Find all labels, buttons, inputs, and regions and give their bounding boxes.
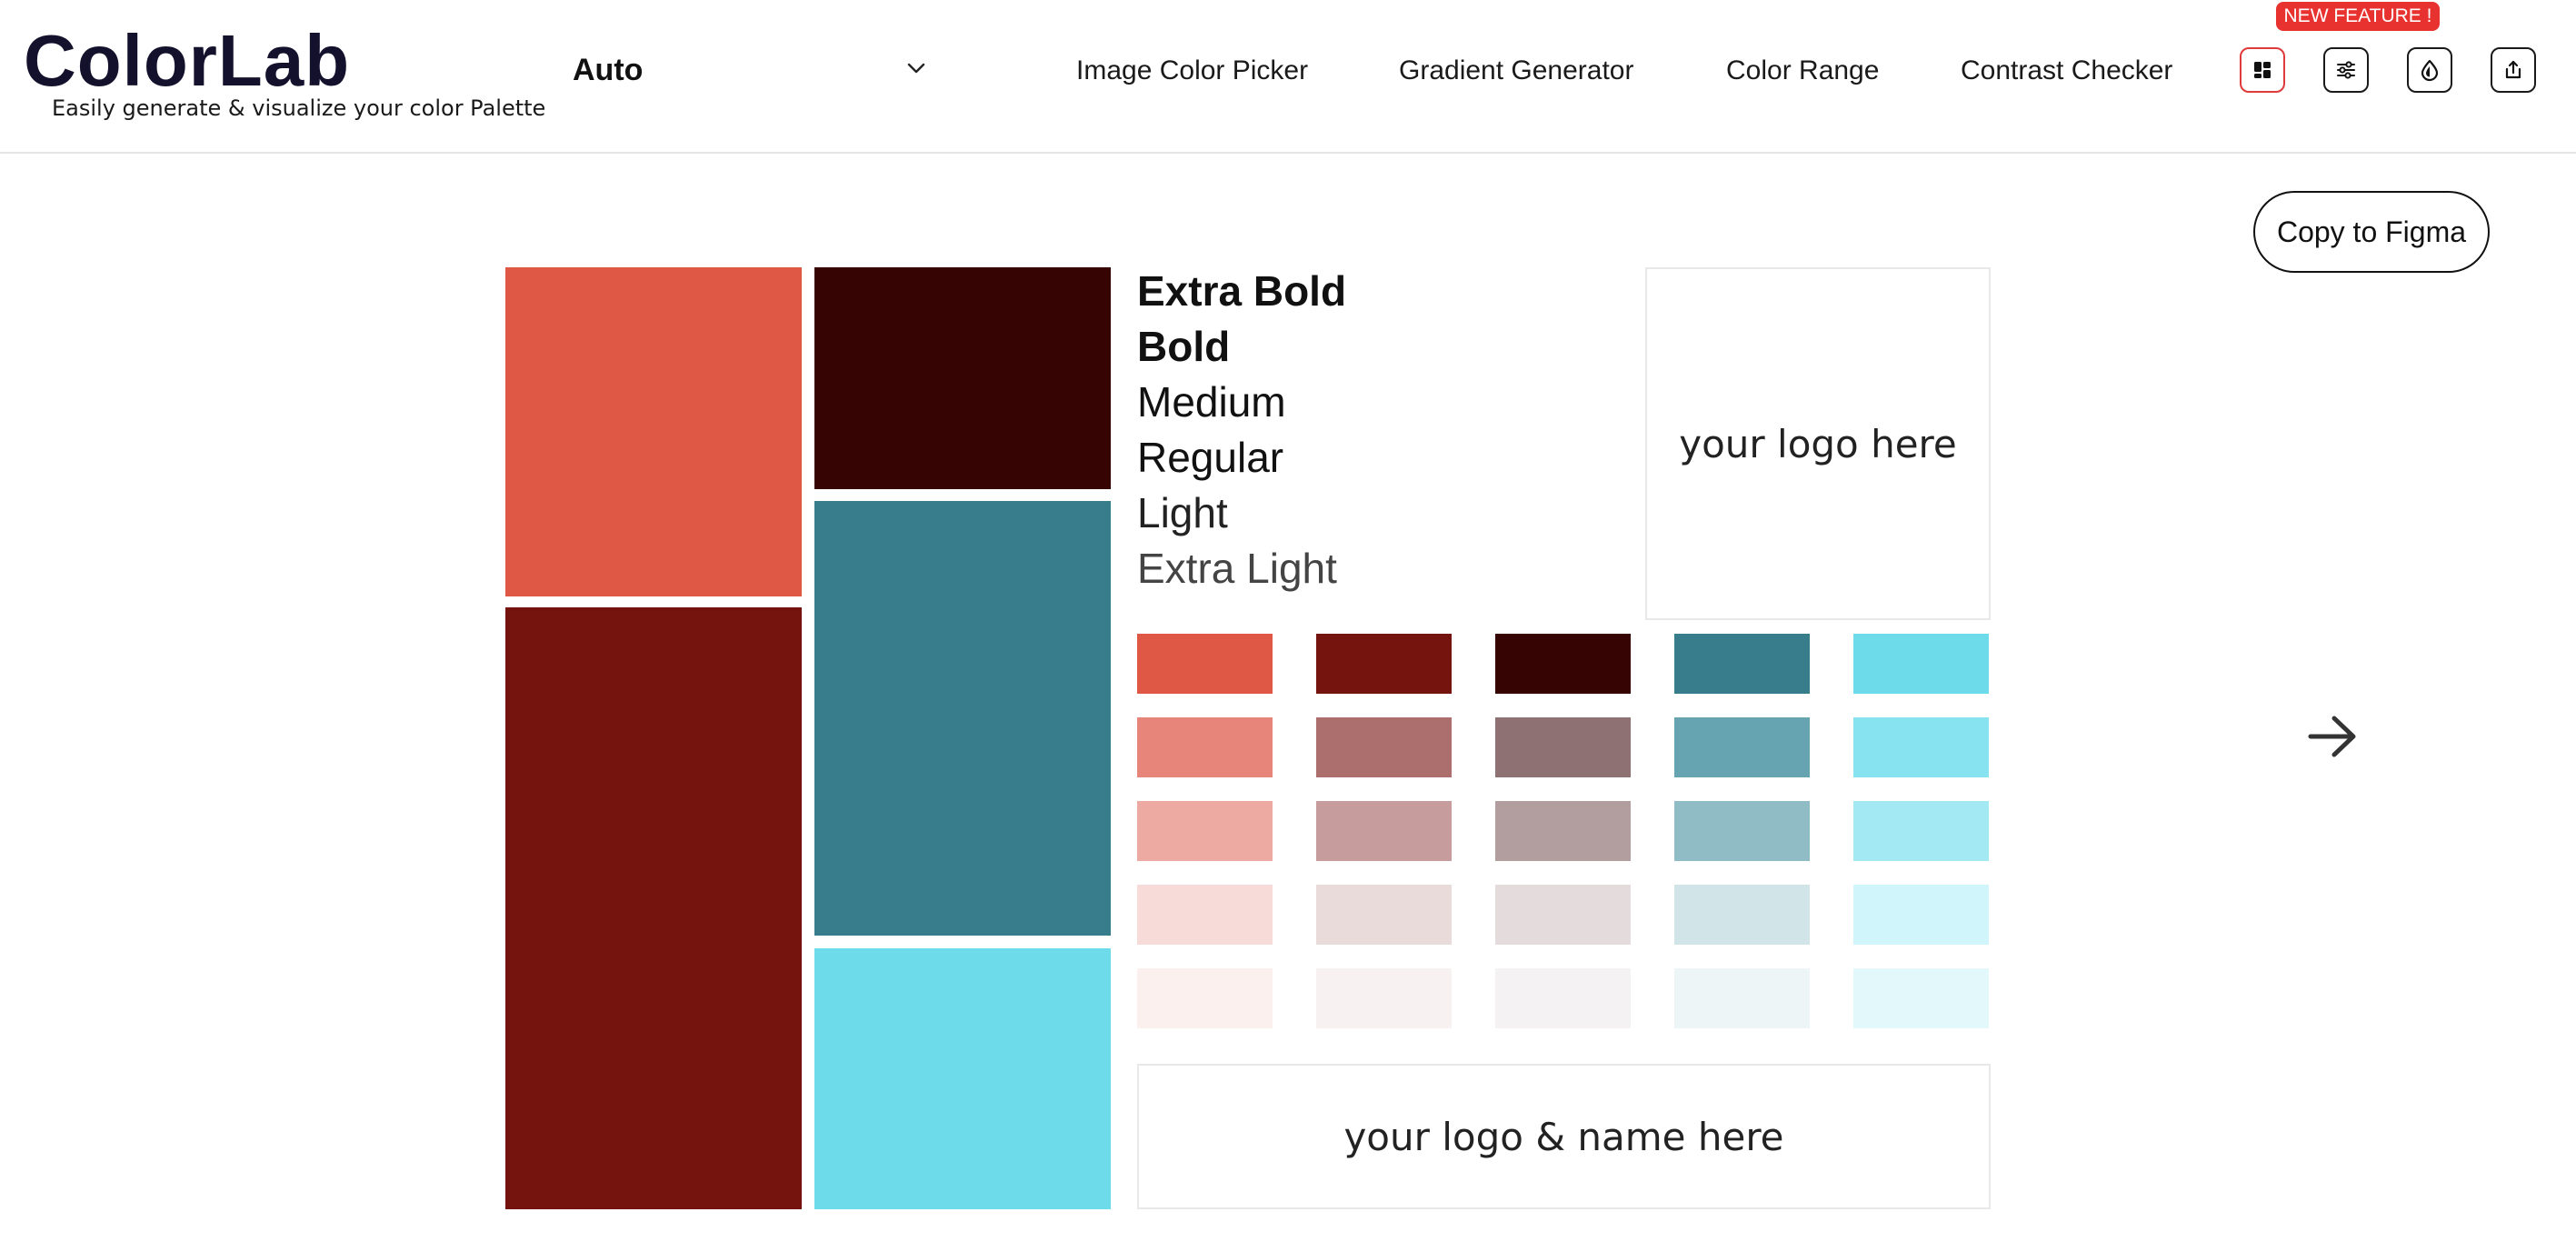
shade-swatch[interactable] — [1316, 968, 1452, 1028]
layout-view-button[interactable] — [2240, 47, 2285, 93]
mode-select[interactable]: Auto — [573, 45, 936, 96]
font-sample-extra-bold: Extra Bold — [1137, 267, 1347, 315]
font-sample-regular: Regular — [1137, 434, 1284, 481]
shade-swatch[interactable] — [1853, 968, 1989, 1028]
shade-swatch[interactable] — [1316, 634, 1452, 694]
brand-title[interactable]: ColorLab — [24, 20, 350, 102]
nav-gradient-generator[interactable]: Gradient Generator — [1399, 53, 1633, 89]
shade-swatch[interactable] — [1316, 885, 1452, 945]
shade-swatch[interactable] — [1674, 801, 1810, 861]
palette-block-3[interactable] — [814, 267, 1111, 489]
font-sample-bold: Bold — [1137, 323, 1231, 370]
shade-swatch[interactable] — [1853, 634, 1989, 694]
font-sample-light: Light — [1137, 489, 1228, 536]
logo-name-placeholder: your logo & name here — [1137, 1064, 1991, 1209]
palette-block-2[interactable] — [505, 607, 802, 1209]
shade-swatch[interactable] — [1674, 634, 1810, 694]
new-feature-badge: NEW FEATURE ! — [2276, 2, 2440, 31]
shade-swatch[interactable] — [1137, 801, 1273, 861]
shade-swatch[interactable] — [1495, 885, 1631, 945]
color-tone-button[interactable] — [2407, 47, 2452, 93]
shade-swatch[interactable] — [1853, 885, 1989, 945]
palette-block-4[interactable] — [814, 501, 1111, 936]
share-button[interactable] — [2491, 47, 2536, 93]
shade-swatch[interactable] — [1674, 717, 1810, 777]
shade-swatch[interactable] — [1495, 801, 1631, 861]
shade-swatch[interactable] — [1853, 717, 1989, 777]
shade-swatch[interactable] — [1674, 968, 1810, 1028]
shade-swatch[interactable] — [1137, 717, 1273, 777]
sliders-icon — [2337, 61, 2355, 79]
mode-select-value: Auto — [573, 53, 644, 87]
brand-tagline: Easily generate & visualize your color P… — [52, 95, 546, 121]
shade-swatch[interactable] — [1137, 968, 1273, 1028]
layout-grid-icon — [2254, 62, 2271, 78]
droplet-icon — [2421, 59, 2439, 82]
shade-swatch[interactable] — [1137, 885, 1273, 945]
shade-swatch[interactable] — [1853, 801, 1989, 861]
font-sample-medium: Medium — [1137, 378, 1286, 426]
logo-placeholder: your logo here — [1645, 267, 1991, 620]
shade-swatch[interactable] — [1137, 634, 1273, 694]
app-header: ColorLab Easily generate & visualize you… — [0, 0, 2576, 154]
nav-color-range[interactable]: Color Range — [1726, 53, 1879, 89]
copy-to-figma-button[interactable]: Copy to Figma — [2253, 191, 2490, 273]
chevron-down-icon[interactable] — [904, 60, 929, 78]
share-icon — [2505, 60, 2521, 79]
arrow-right-icon[interactable] — [2307, 714, 2358, 759]
font-weight-samples: Extra Bold Bold Medium Regular Light Ext… — [1137, 264, 1346, 596]
shade-swatch[interactable] — [1495, 634, 1631, 694]
shade-swatch[interactable] — [1674, 885, 1810, 945]
palette-block-1[interactable] — [505, 267, 802, 596]
shade-swatch[interactable] — [1316, 801, 1452, 861]
shade-swatch[interactable] — [1495, 968, 1631, 1028]
font-sample-extra-light: Extra Light — [1137, 545, 1337, 592]
nav-contrast-checker[interactable]: Contrast Checker — [1961, 53, 2172, 89]
adjust-settings-button[interactable] — [2323, 47, 2369, 93]
nav-image-color-picker[interactable]: Image Color Picker — [1076, 53, 1308, 89]
palette-block-5[interactable] — [814, 948, 1111, 1209]
shade-swatch[interactable] — [1316, 717, 1452, 777]
shade-swatch[interactable] — [1495, 717, 1631, 777]
